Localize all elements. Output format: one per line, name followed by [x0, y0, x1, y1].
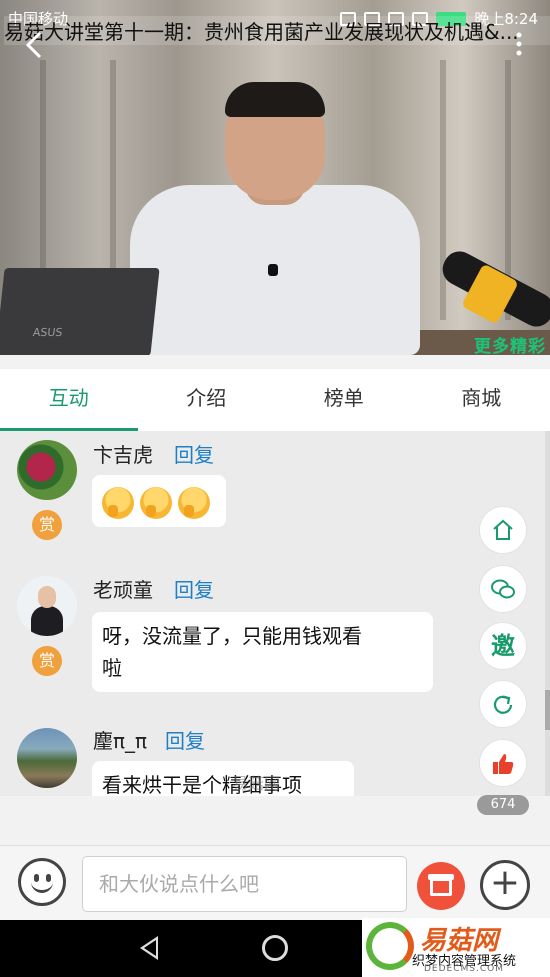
thumbs-up-icon	[493, 754, 514, 774]
reply-link[interactable]: 回复	[174, 574, 214, 603]
chevron-left-icon	[25, 31, 42, 59]
avatar[interactable]	[17, 440, 77, 500]
plus-icon: +	[489, 862, 521, 903]
avatar[interactable]	[17, 728, 77, 788]
speaker-figure	[130, 80, 420, 355]
more-actions-button[interactable]: +	[480, 860, 530, 910]
like-count: 674	[477, 795, 529, 815]
crying-emoji-icon	[102, 486, 134, 519]
crying-emoji-icon	[140, 486, 172, 519]
nav-home-icon[interactable]	[262, 935, 288, 961]
more-options-button[interactable]	[516, 32, 522, 56]
wechat-share-button[interactable]	[479, 565, 527, 613]
home-button[interactable]	[479, 506, 527, 554]
refresh-icon	[493, 695, 513, 714]
lapel-mic	[268, 264, 278, 276]
crying-emoji-icon	[178, 486, 210, 519]
back-button[interactable]	[22, 30, 52, 60]
reply-link[interactable]: 回复	[165, 725, 205, 754]
tab-intro[interactable]: 介绍	[138, 369, 276, 431]
avatar-face	[38, 586, 56, 608]
content-tabs: 互动 介绍 榜单 商城	[0, 369, 550, 431]
avatar-suit	[31, 606, 63, 636]
invite-button[interactable]: 邀	[479, 622, 527, 670]
refresh-button[interactable]	[479, 680, 527, 728]
logo-mark-icon	[366, 922, 414, 970]
vertical-ellipsis-icon	[516, 32, 522, 56]
laptop-brand: ASUS	[32, 326, 64, 339]
watermark-text: 易菇网	[232, 774, 281, 793]
nav-back-icon[interactable]	[140, 936, 158, 960]
comment-bubble: 呀，没流量了，只能用钱观看 啦	[92, 612, 433, 692]
gift-button[interactable]	[417, 862, 465, 910]
tab-interact[interactable]: 互动	[0, 369, 138, 431]
comment-input[interactable]: 和大伙说点什么吧	[82, 856, 407, 912]
scrollbar-thumb[interactable]	[545, 690, 550, 730]
comment-bubble	[92, 475, 226, 527]
page-title: 易菇大讲堂第十一期：贵州食用菌产业发展现状及机遇&...	[4, 16, 550, 45]
logo-url: DEDECMS.COM	[424, 964, 504, 974]
comment-text: 呀，没流量了，只能用钱观看	[102, 624, 362, 648]
comment-input-bar: 和大伙说点什么吧 +	[0, 845, 550, 920]
more-highlights-link[interactable]: 更多精彩	[474, 332, 546, 355]
tab-ranking[interactable]: 榜单	[275, 369, 413, 431]
avatar[interactable]	[17, 576, 77, 636]
site-logo: 易菇网 织梦内容管理系统 DEDECMS.COM	[362, 918, 550, 977]
speaker-hair	[225, 82, 325, 117]
comment-bubble: 看来烘干是个精细事项	[92, 761, 354, 796]
comment-text: 啦	[102, 656, 122, 680]
wechat-icon	[491, 579, 515, 599]
reward-badge[interactable]: 赏	[32, 510, 62, 540]
gift-icon-box	[430, 878, 452, 896]
emoji-picker-button[interactable]	[18, 858, 66, 906]
live-video-player[interactable]: ASUS 更多精彩 中国移动 晚上8:24 易菇大讲堂第十一期：贵州食用菌产业发…	[0, 0, 550, 355]
home-icon	[493, 519, 513, 540]
like-button[interactable]	[479, 739, 527, 787]
reply-link[interactable]: 回复	[174, 439, 214, 468]
comment-username[interactable]: 麈π_π	[93, 725, 147, 754]
smiley-icon-mouth	[31, 881, 53, 893]
comment-username[interactable]: 卞吉虎	[93, 439, 153, 468]
scrollbar-track[interactable]	[545, 431, 550, 796]
comment-feed[interactable]: 赏 卞吉虎 回复 赏 老顽童 回复 呀，没流量了，只能用钱观看 啦 麈π_π 回…	[0, 431, 545, 796]
laptop: ASUS	[0, 268, 160, 355]
reward-badge[interactable]: 赏	[32, 646, 62, 676]
tab-mall[interactable]: 商城	[413, 369, 550, 431]
comment-username[interactable]: 老顽童	[93, 574, 153, 603]
curtain-fold	[440, 60, 446, 320]
